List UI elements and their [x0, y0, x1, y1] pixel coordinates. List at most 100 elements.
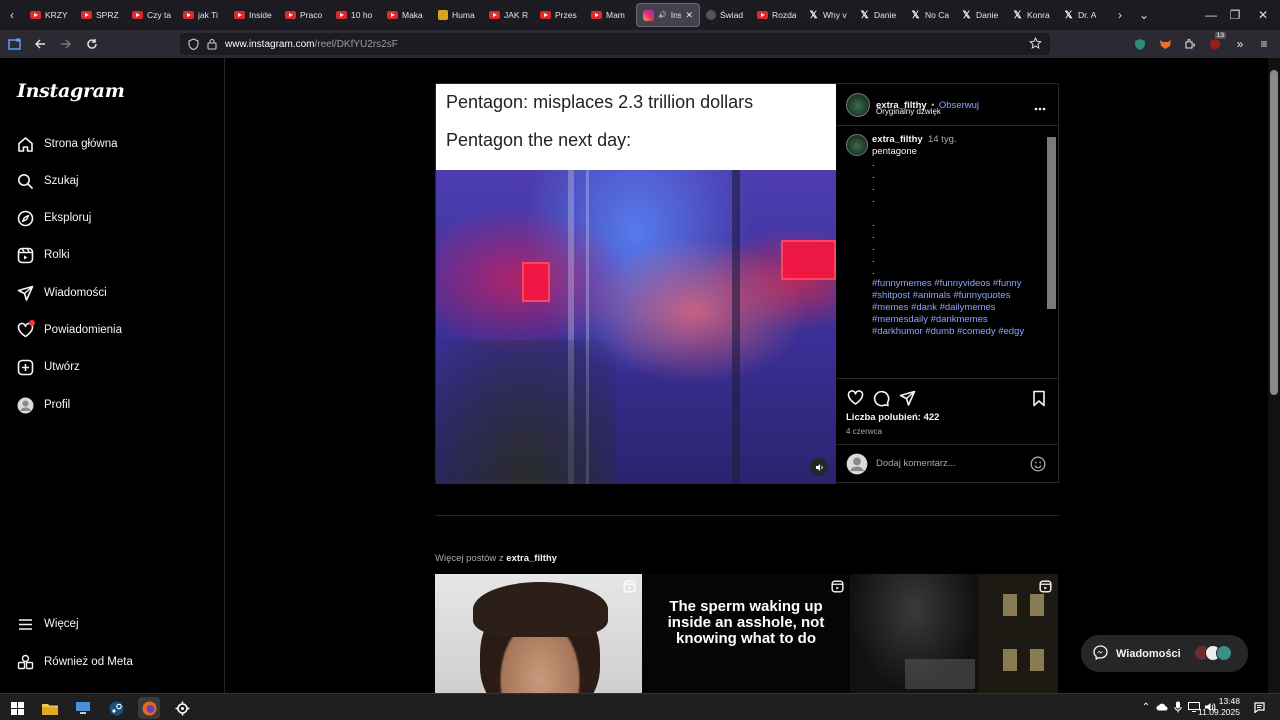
extension-ublock-icon[interactable]: 13: [1205, 32, 1226, 54]
tab-scroll-left-button[interactable]: ‹: [0, 8, 24, 22]
home-icon: [16, 135, 34, 153]
page-scrollbar-thumb[interactable]: [1270, 70, 1278, 395]
hashtag-link[interactable]: #memesdaily #dankmemes: [872, 314, 988, 325]
lock-icon[interactable]: [207, 38, 217, 50]
sidebar-item-reels[interactable]: Rolki: [16, 243, 70, 267]
sidebar-item-profile[interactable]: Profil: [16, 393, 70, 417]
browser-tab[interactable]: Rozda: [751, 3, 802, 27]
tab-audio-icon[interactable]: 🔊: [658, 11, 667, 19]
audio-link[interactable]: Oryginalny dźwięk: [876, 107, 941, 116]
more-post-thumbnail[interactable]: [435, 574, 642, 693]
comment-username[interactable]: extra_filthy: [872, 134, 923, 145]
reel-badge-icon: [1039, 580, 1052, 593]
browser-tab[interactable]: SPRZ: [75, 3, 126, 27]
windows-start-icon[interactable]: [6, 697, 28, 719]
hashtag-link[interactable]: #memes #dank #dailymemes: [872, 302, 996, 313]
browser-tab[interactable]: 𝕏 Danie: [853, 3, 904, 27]
notification-center-icon[interactable]: [1252, 699, 1266, 715]
post-date[interactable]: 4 czerwca: [846, 427, 882, 436]
emoji-icon[interactable]: [1030, 456, 1046, 477]
extension-shield-icon[interactable]: [1130, 34, 1150, 54]
browser-tab[interactable]: 🔊Inst✕: [636, 3, 700, 27]
browser-tab-title: Mam: [606, 10, 625, 20]
more-posts-username[interactable]: extra_filthy: [506, 553, 557, 564]
comment-bubble-icon[interactable]: [872, 389, 890, 407]
sidebar-toggle-icon[interactable]: [2, 32, 26, 56]
hashtag-link[interactable]: #darkhumor #dumb #comedy #edgy: [872, 326, 1024, 337]
scrollbar-thumb[interactable]: [1047, 137, 1056, 309]
tray-overflow-icon[interactable]: ⌃: [1139, 699, 1153, 715]
compass-icon: [16, 209, 34, 227]
reload-button[interactable]: [80, 32, 104, 56]
hashtag-link[interactable]: #funnymemes #funnyvideos #funny: [872, 278, 1021, 289]
more-post-thumbnail[interactable]: The sperm waking up inside an asshole, n…: [642, 574, 850, 693]
tab-scroll-right-button[interactable]: ›: [1108, 8, 1132, 22]
instagram-logo[interactable]: Instagram: [17, 80, 125, 102]
browser-tab[interactable]: Praco: [279, 3, 330, 27]
like-count[interactable]: Liczba polubień: 422: [846, 412, 939, 423]
browser-tab[interactable]: Świad: [700, 3, 751, 27]
sidebar-item-explore[interactable]: Eksploruj: [16, 206, 91, 230]
system-clock[interactable]: 13:48 11.09.2025: [1198, 696, 1240, 718]
browser-tab[interactable]: Mam: [585, 3, 636, 27]
browser-tab[interactable]: KRZY: [24, 3, 75, 27]
microphone-icon[interactable]: [1171, 699, 1185, 715]
sidebar-item-notifications[interactable]: Powiadomienia: [16, 318, 122, 342]
more-post-thumbnail[interactable]: [850, 574, 1058, 693]
messages-pill-button[interactable]: Wiadomości: [1081, 635, 1248, 672]
address-bar[interactable]: www.instagram.com/reel/DKfYU2rs2sF: [180, 33, 1050, 55]
firefox-icon[interactable]: [138, 697, 160, 719]
forward-button[interactable]: [54, 32, 78, 56]
sidebar-item-more[interactable]: Więcej: [16, 612, 79, 636]
browser-tab[interactable]: jak Ti: [177, 3, 228, 27]
mute-button[interactable]: [810, 458, 828, 476]
onedrive-cloud-icon[interactable]: [1155, 699, 1169, 715]
sidebar-item-home[interactable]: Strona główna: [16, 132, 118, 156]
bookmark-star-icon[interactable]: [1029, 36, 1042, 53]
like-heart-icon[interactable]: [846, 389, 864, 407]
comments-section[interactable]: extra_filthy 14 tyg. pentagone .........…: [836, 126, 1058, 378]
comments-vertical-scrollbar[interactable]: [1046, 129, 1056, 369]
extension-fox-icon[interactable]: [1155, 34, 1175, 54]
author-avatar[interactable]: [846, 93, 870, 117]
browser-tab[interactable]: Czy ta: [126, 3, 177, 27]
tab-list-button[interactable]: ⌄: [1132, 8, 1156, 22]
browser-tab[interactable]: Przes: [534, 3, 585, 27]
browser-tab[interactable]: 𝕏 Dr. A: [1057, 3, 1108, 27]
notification-count-badge: 13: [1214, 32, 1226, 39]
back-button[interactable]: [28, 32, 52, 56]
sidebar-item-search[interactable]: Szukaj: [16, 169, 79, 193]
close-window-button[interactable]: ✕: [1240, 0, 1280, 30]
file-explorer-icon[interactable]: [39, 697, 61, 719]
shield-icon[interactable]: [188, 38, 199, 50]
comment-avatar[interactable]: [846, 134, 868, 156]
sidebar-item-messages[interactable]: Wiadomości: [16, 281, 107, 305]
browser-tab[interactable]: 10 ho: [330, 3, 381, 27]
tab-close-icon[interactable]: ✕: [685, 10, 693, 21]
browser-tab[interactable]: 𝕏 Danie: [955, 3, 1006, 27]
app-menu-icon[interactable]: ≡: [1254, 34, 1274, 54]
sidebar-item-create[interactable]: Utwórz: [16, 355, 80, 379]
share-send-icon[interactable]: [898, 389, 916, 407]
add-comment-input[interactable]: Dodaj komentarz...: [876, 458, 956, 469]
computer-app-icon[interactable]: [72, 697, 94, 719]
browser-tab[interactable]: Maka: [381, 3, 432, 27]
sidebar-item-also-from-meta[interactable]: Również od Meta: [16, 650, 133, 674]
extensions-puzzle-icon[interactable]: [1180, 34, 1200, 54]
more-options-icon[interactable]: [1034, 98, 1046, 116]
browser-tab[interactable]: 𝕏 Why v: [802, 3, 853, 27]
browser-tab[interactable]: Inside: [228, 3, 279, 27]
overflow-chevrons-icon[interactable]: »: [1230, 34, 1250, 54]
follow-button[interactable]: Obserwuj: [939, 100, 979, 111]
browser-tab[interactable]: 𝕏 Konra: [1006, 3, 1057, 27]
browser-tab[interactable]: 𝕏 No Ca: [904, 3, 955, 27]
page-scrollbar[interactable]: [1268, 58, 1280, 693]
settings-gear-icon[interactable]: [171, 697, 193, 719]
reel-media[interactable]: Pentagon: misplaces 2.3 trillion dollars…: [436, 84, 836, 484]
steam-icon[interactable]: [105, 697, 127, 719]
hashtag-link[interactable]: #shitpost #animals #funnyquotes: [872, 290, 1010, 301]
browser-tab[interactable]: JAK R: [483, 3, 534, 27]
browser-tab[interactable]: Huma: [432, 3, 483, 27]
save-bookmark-icon[interactable]: [1030, 389, 1048, 407]
reel-video-frame[interactable]: [436, 170, 836, 484]
